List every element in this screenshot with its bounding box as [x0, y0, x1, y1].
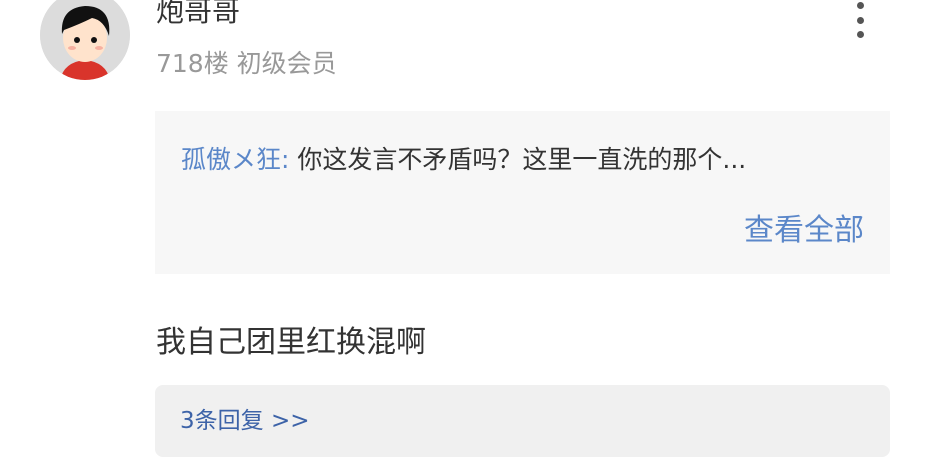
dot [856, 2, 864, 9]
comment-card: 炮哥哥 718楼 初级会员 孤傲メ狂: 你这发言不矛盾吗？这里一直洗的那个...… [0, 0, 929, 471]
username[interactable]: 炮哥哥 [156, 0, 240, 32]
cartoon-avatar-icon [40, 0, 130, 80]
quote-author[interactable]: 孤傲メ狂: [181, 145, 289, 174]
view-all-link[interactable]: 查看全部 [744, 211, 864, 251]
comment-text: 我自己团里红换混啊 [156, 325, 426, 360]
floor-and-level: 718楼 初级会员 [156, 49, 337, 78]
vertical-dots-icon[interactable] [846, 0, 874, 40]
replies-panel[interactable]: 3条回复 >> [155, 385, 890, 457]
replies-link[interactable]: 3条回复 >> [180, 403, 310, 439]
quoted-comment[interactable]: 孤傲メ狂: 你这发言不矛盾吗？这里一直洗的那个... 查看全部 [155, 111, 890, 274]
dot [856, 31, 864, 38]
avatar[interactable] [40, 0, 130, 80]
quote-line: 孤傲メ狂: 你这发言不矛盾吗？这里一直洗的那个... [181, 141, 746, 179]
dot [856, 16, 864, 24]
quote-text: 你这发言不矛盾吗？这里一直洗的那个... [297, 145, 747, 174]
